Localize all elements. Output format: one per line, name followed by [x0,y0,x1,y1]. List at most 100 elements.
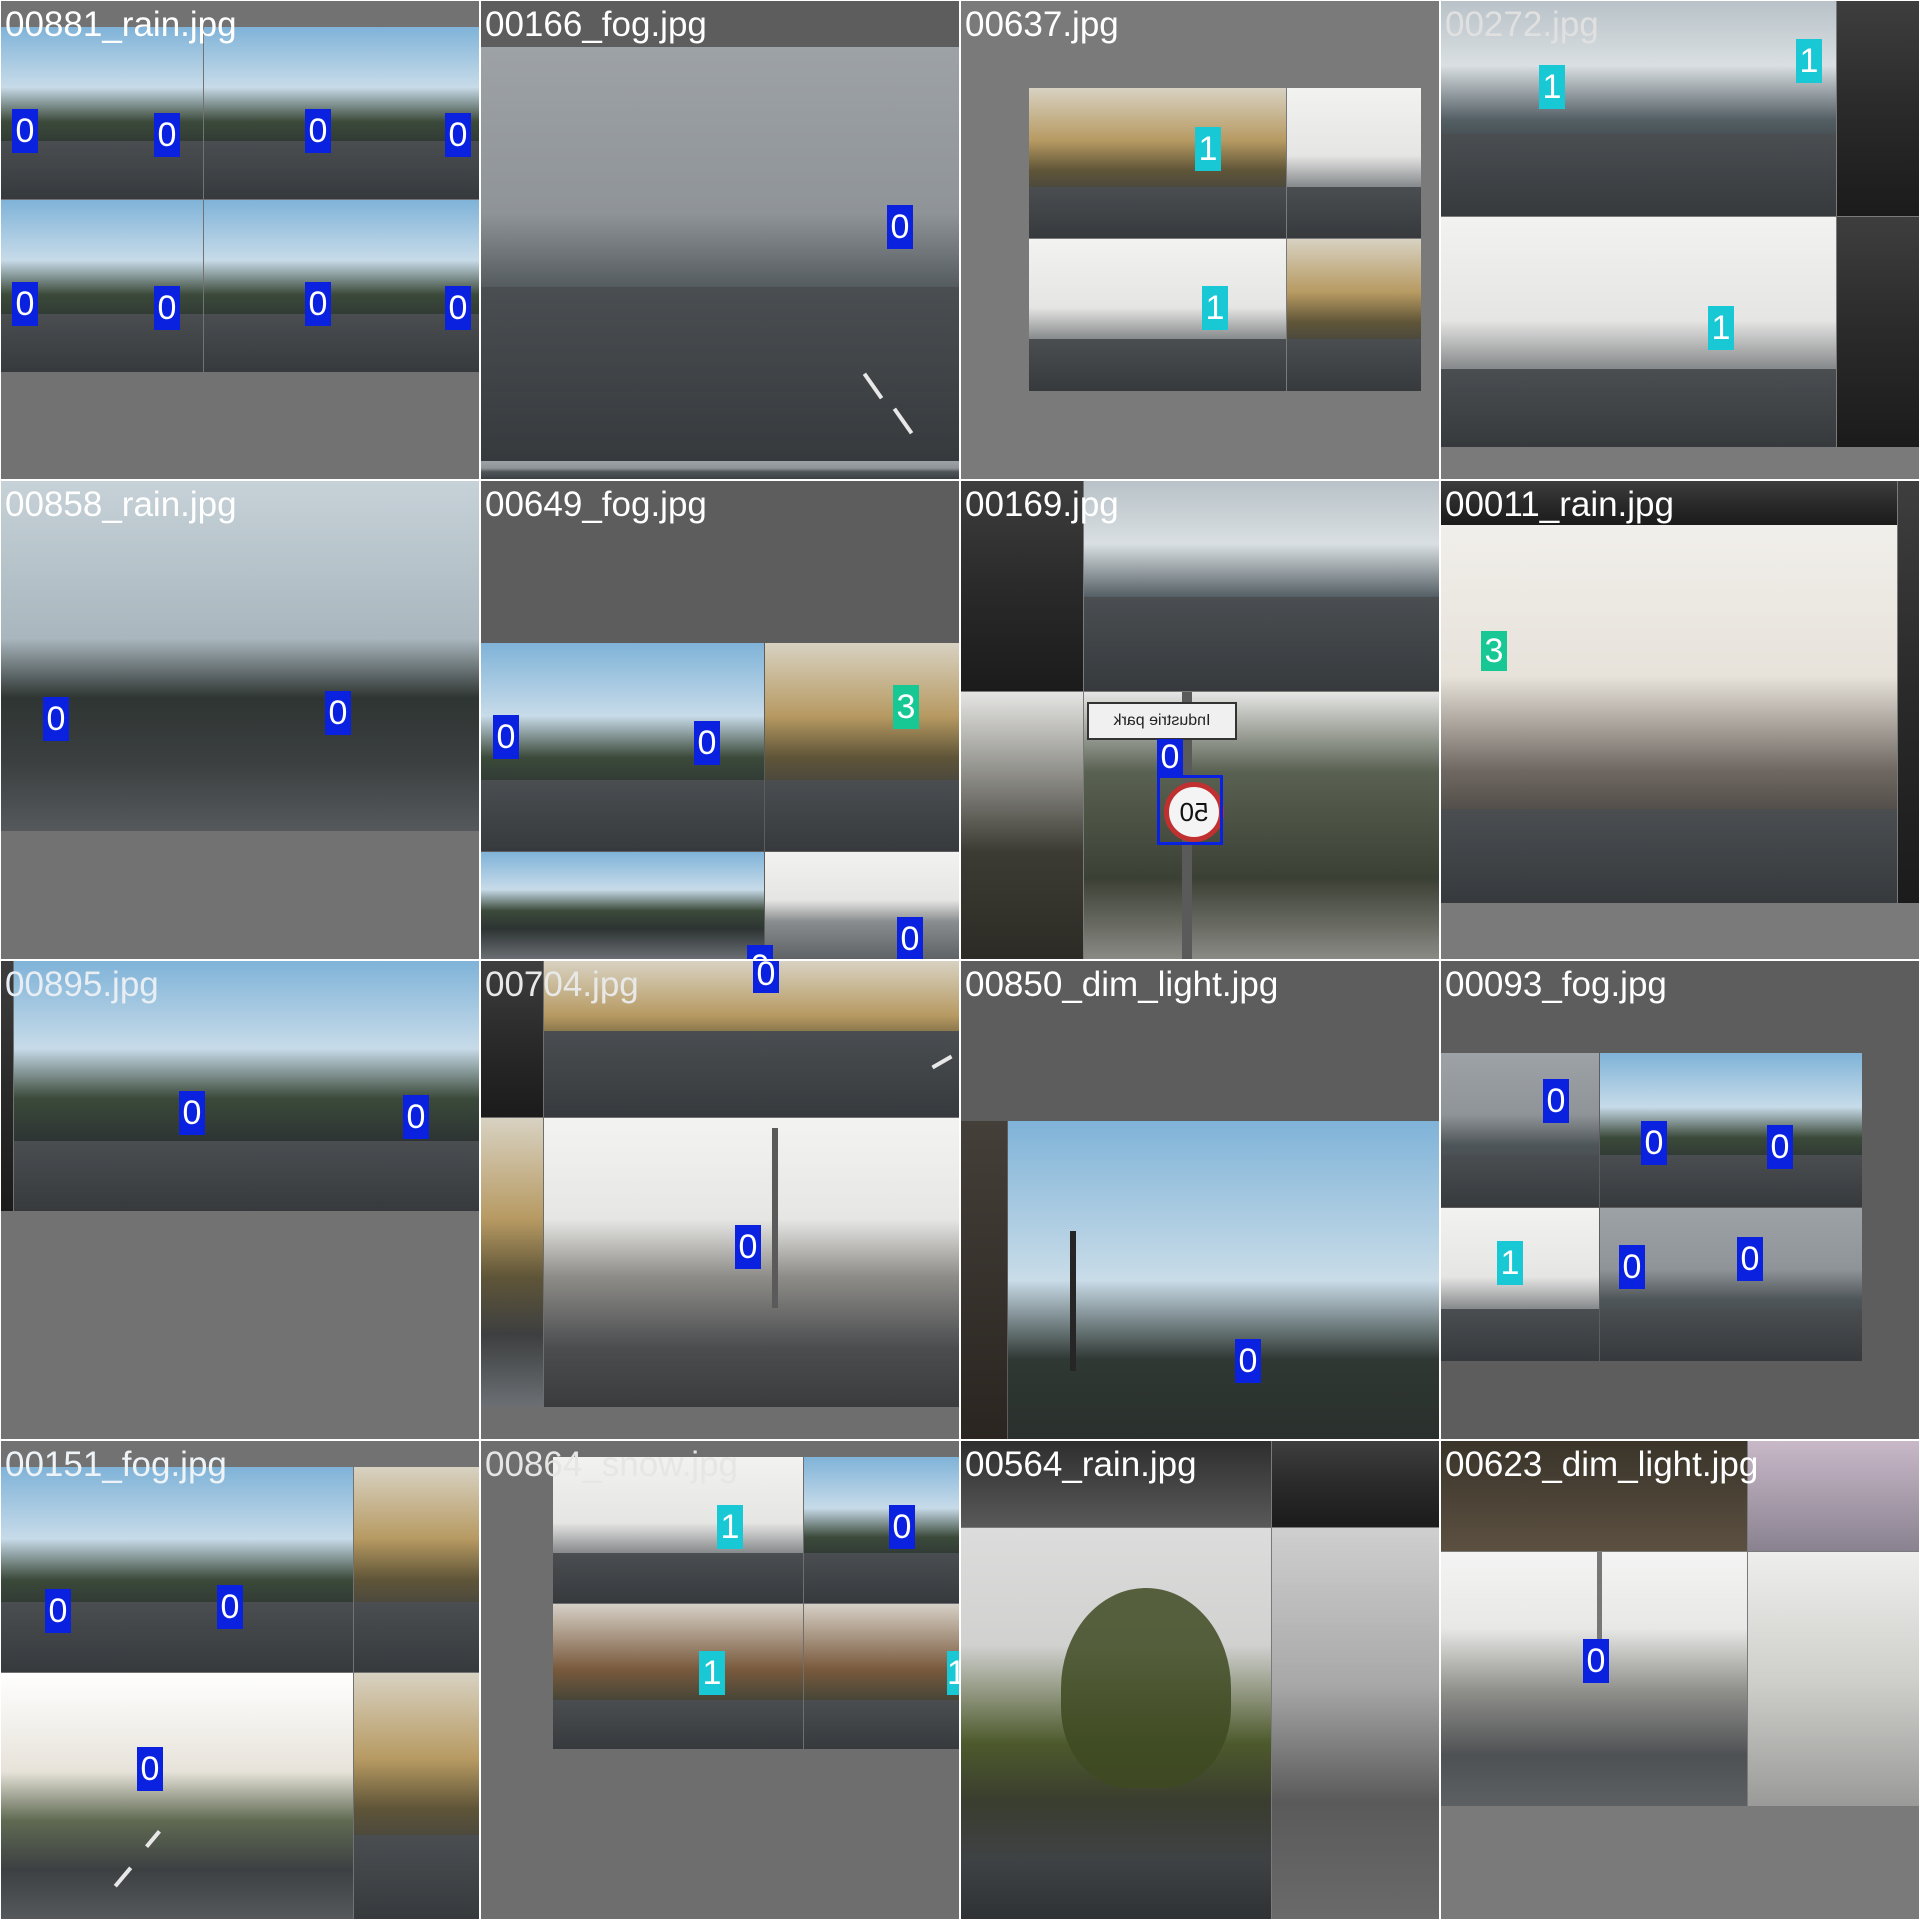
image-panel [961,1121,1007,1439]
detection-label: 0 [889,1505,915,1549]
tile-00169: Industrie park 50 00169.jpg 0 [961,481,1439,959]
tile-00564-rain: 00564_rain.jpg [961,1441,1439,1919]
detection-label: 0 [887,205,913,249]
image-panel [1,1673,353,1919]
image-panel [354,1467,479,1672]
detection-label: 1 [699,1651,725,1695]
detection-label: 0 [753,961,779,993]
detection-label: 0 [735,1225,761,1269]
image-panel [354,1673,479,1919]
detection-label: 0 [217,1585,243,1629]
image-panel [765,852,959,959]
image-panel [1029,88,1286,238]
tile-title: 00895.jpg [5,965,159,1004]
tile-00093-fog: 00093_fog.jpg 0 0 0 1 0 0 [1441,961,1919,1439]
detection-label: 0 [445,286,471,330]
detection-label: 0 [1767,1125,1793,1169]
detection-label: 0 [1583,1639,1609,1683]
tile-title: 00881_rain.jpg [5,5,237,44]
detection-label: 0 [154,113,180,157]
image-panel [1898,481,1919,903]
image-panel [804,1604,959,1749]
detection-label: 0 [1235,1339,1261,1383]
detection-label: 0 [305,282,331,326]
detection-label: 0 [154,286,180,330]
detection-label: 0 [694,721,720,765]
image-panel [481,643,764,851]
tile-title: 00272.jpg [1445,5,1599,44]
tile-title: 00850_dim_light.jpg [965,965,1279,1004]
tile-00151-fog: 00151_fog.jpg 0 0 0 [1,1441,479,1919]
detection-label: 0 [45,1589,71,1633]
image-panel [481,852,764,959]
tile-00704: 00704.jpg 0 0 [481,961,959,1439]
tile-00649-fog: 00649_fog.jpg 0 0 3 0 0 [481,481,959,959]
detection-label: 0 [747,945,773,959]
detection-label: 0 [403,1095,429,1139]
street-sign: Industrie park [1087,702,1237,740]
image-panel [1084,481,1439,691]
image-panel [1,1467,353,1672]
image-panel [1441,217,1836,447]
tile-title: 00011_rain.jpg [1445,485,1674,524]
image-panel [1441,1053,1599,1207]
image-panel [961,1528,1271,1919]
image-panel [1,481,479,831]
detection-label: 1 [1708,306,1734,350]
image-panel [765,643,959,851]
detection-label: 0 [325,691,351,735]
image-panel [1008,1121,1439,1439]
detection-label: 0 [179,1091,205,1135]
tile-00895: 00895.jpg 0 0 [1,961,479,1439]
tile-title: 00169.jpg [965,485,1119,524]
image-panel [1441,525,1897,903]
detection-label: 0 [1543,1079,1569,1123]
detection-label: 1 [1195,127,1221,171]
image-panel [1272,1441,1439,1527]
tile-title: 00704.jpg [485,965,639,1004]
detection-label: 1 [1539,65,1565,109]
tile-title: 00858_rain.jpg [5,485,237,524]
tile-00011-rain: 00011_rain.jpg 3 [1441,481,1919,959]
tile-00850-dim-light: 00850_dim_light.jpg 0 [961,961,1439,1439]
image-panel [1287,239,1421,391]
detection-label: 0 [1157,739,1183,775]
detection-label: 1 [1202,286,1228,330]
detection-box [1157,775,1223,845]
image-panel [1600,1053,1862,1207]
image-panel [1029,239,1286,391]
image-panel [204,200,479,372]
detection-label: 1 [947,1651,959,1695]
image-panel [481,1118,543,1407]
image-panel [1748,1441,1919,1551]
tile-00166-fog: 00166_fog.jpg 0 [481,1,959,479]
tile-title: 00151_fog.jpg [5,1445,227,1484]
detection-label: 0 [493,715,519,759]
tile-title: 00864_snow.jpg [485,1445,738,1484]
image-panel [961,692,1083,959]
detection-label: 1 [1497,1241,1523,1285]
detection-label: 0 [12,109,38,153]
detection-label: 1 [717,1505,743,1549]
detection-label: 0 [137,1747,163,1791]
image-panel [1287,88,1421,238]
tile-title: 00637.jpg [965,5,1119,44]
detection-label: 0 [1737,1237,1763,1281]
detection-label: 3 [893,685,919,729]
tile-00623-dim-light: 00623_dim_light.jpg 0 [1441,1441,1919,1919]
tile-00864-snow: 00864_snow.jpg 1 0 1 1 [481,1441,959,1919]
image-panel [204,27,479,199]
mosaic-grid: 00881_rain.jpg 0 0 0 0 0 0 0 0 00166_fog… [0,0,1920,1920]
image-panel [481,461,959,479]
tile-00858-rain: 00858_rain.jpg 0 0 [1,481,479,959]
image-panel [1272,1528,1439,1919]
detection-label: 0 [897,917,923,959]
tile-00272: 00272.jpg 1 1 1 [1441,1,1919,479]
image-panel [1837,1,1919,216]
tile-title: 00093_fog.jpg [1445,965,1667,1004]
image-panel [1837,217,1919,447]
tile-title: 00649_fog.jpg [485,485,707,524]
detection-label: 0 [305,109,331,153]
detection-label: 0 [12,282,38,326]
detection-label: 0 [1641,1121,1667,1165]
